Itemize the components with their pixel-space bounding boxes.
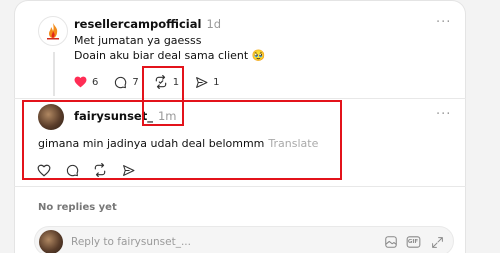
- thread-line: [53, 52, 55, 96]
- username[interactable]: resellercampofficial: [74, 17, 201, 31]
- post-text-line: Doain aku biar deal sama client 🥹: [74, 49, 266, 62]
- share-icon: [193, 74, 209, 90]
- comment-button[interactable]: 7: [112, 74, 139, 90]
- comment-count: 7: [132, 76, 139, 88]
- gif-icon[interactable]: GIF: [405, 234, 421, 250]
- more-options-button[interactable]: ···: [436, 107, 451, 122]
- image-icon[interactable]: [383, 234, 399, 250]
- post-text-line: Met jumatan ya gaesss: [74, 34, 202, 47]
- share-button[interactable]: 1: [193, 74, 220, 90]
- more-options-button[interactable]: ···: [436, 15, 451, 30]
- divider: [14, 98, 466, 99]
- avatar[interactable]: [38, 16, 68, 46]
- like-button[interactable]: 6: [72, 74, 98, 90]
- no-replies-label: No replies yet: [38, 202, 117, 213]
- reply-input[interactable]: [71, 234, 371, 250]
- avatar: [39, 230, 63, 253]
- expand-icon[interactable]: [429, 234, 445, 250]
- share-count: 1: [213, 76, 220, 88]
- comment-icon: [112, 74, 128, 90]
- heart-filled-icon: [72, 74, 88, 90]
- like-count: 6: [92, 76, 99, 88]
- gif-label: GIF: [407, 239, 419, 245]
- highlight-box: [22, 100, 342, 180]
- flame-logo-icon: [47, 23, 59, 40]
- divider: [14, 186, 466, 187]
- post-header: resellercampofficial 1d: [74, 17, 221, 31]
- timestamp: 1d: [206, 17, 222, 31]
- reply-composer: GIF: [34, 226, 454, 253]
